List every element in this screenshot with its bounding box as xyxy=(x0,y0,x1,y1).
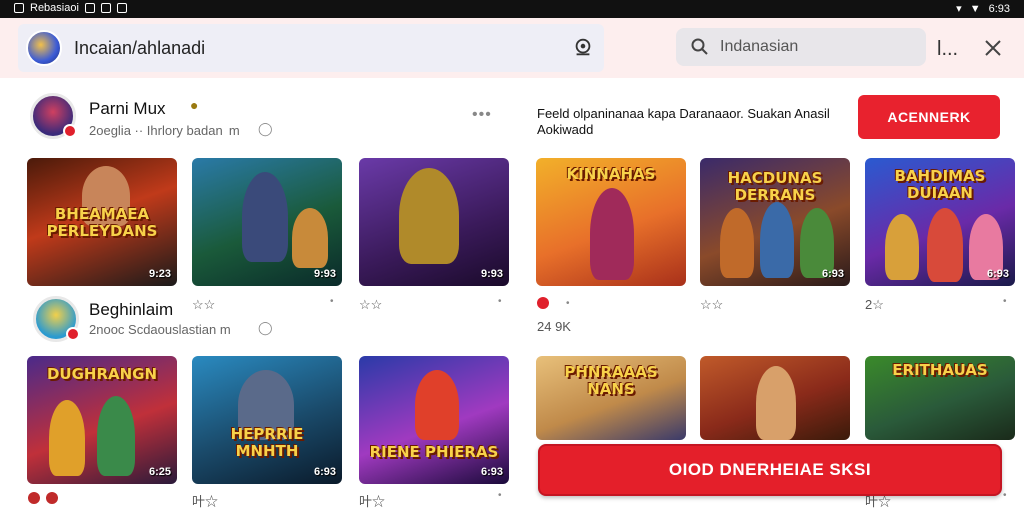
video-menu-icon[interactable]: • xyxy=(1003,490,1007,501)
thumbnail-title: KINNAHAS xyxy=(566,165,656,183)
video-duration: 6:93 xyxy=(313,466,336,478)
video-menu-icon[interactable]: • xyxy=(566,298,570,309)
character-figure xyxy=(399,168,459,264)
signal-icon: ▾ xyxy=(956,3,962,15)
status-left-text: Rebasiaoi xyxy=(30,2,79,14)
video-thumbnail[interactable]: 9:93 xyxy=(192,158,342,286)
app-logo xyxy=(26,30,62,66)
clock-icon: ◯ xyxy=(258,320,273,335)
thumbnail-title: RIENE PHIERAS xyxy=(369,443,499,461)
thumbnail-title: HACDUNAS DERRANS xyxy=(727,169,823,204)
video-thumbnail[interactable]: DUGHRANGN 6:25 xyxy=(27,356,177,484)
character-figure xyxy=(756,366,796,440)
search-input[interactable]: Indanasian xyxy=(676,28,926,66)
watch-now-button[interactable]: OIOD DNERHEIAE SKSI xyxy=(538,444,1002,496)
character-figure xyxy=(760,202,794,278)
video-stats: 2☆ xyxy=(865,297,884,312)
thumbnail-title: BHEAMAEA PERLEYDANS xyxy=(46,205,158,240)
video-menu-icon[interactable]: • xyxy=(330,296,334,307)
video-thumbnail[interactable]: HEPRRIE MNHTH 6:93 xyxy=(192,356,342,484)
clock-icon: ◯ xyxy=(258,121,273,136)
video-view-count: 24 9K xyxy=(537,319,571,334)
character-figure xyxy=(242,172,288,262)
channel-name[interactable]: Beghinlaim xyxy=(89,300,173,320)
video-menu-icon[interactable]: • xyxy=(498,490,502,501)
video-thumbnail[interactable]: KINNAHAS xyxy=(536,158,686,286)
video-thumbnail[interactable]: RIENE PHIERAS 6:93 xyxy=(359,356,509,484)
video-duration: 9:23 xyxy=(148,268,171,280)
video-duration: 6:93 xyxy=(821,268,844,280)
thumbnail-title: PHNRAAAS NANS xyxy=(564,363,658,398)
verified-icon: ● xyxy=(190,97,199,113)
video-duration: 9:93 xyxy=(480,268,503,280)
video-duration: 9:93 xyxy=(313,268,336,280)
character-figure xyxy=(885,214,919,280)
live-badge-icon xyxy=(66,327,80,341)
character-figure xyxy=(590,188,634,280)
status-time: 6:93 xyxy=(988,2,1010,15)
thumbnail-title: BAHDIMAS DUIAAN xyxy=(894,167,986,202)
live-dot-icon xyxy=(537,297,549,309)
channel-avatar[interactable] xyxy=(33,296,80,342)
cast-icon[interactable] xyxy=(572,36,594,58)
video-menu-icon[interactable]: • xyxy=(498,296,502,307)
video-thumbnail[interactable]: 9:93 xyxy=(359,158,509,286)
wifi-icon: ▼ xyxy=(969,2,981,15)
video-thumbnail[interactable] xyxy=(700,356,850,440)
character-figure xyxy=(292,208,328,268)
video-thumbnail[interactable]: BAHDIMAS DUIAAN 6:93 xyxy=(865,158,1015,286)
photo-notification-icon xyxy=(116,3,127,13)
status-bar: Rebasiaoi ▾ ▼ 6:93 xyxy=(0,0,1024,18)
thumbnail-title: DUGHRANGN xyxy=(46,365,158,383)
video-thumbnail[interactable]: BHEAMAEA PERLEYDANS 9:23 xyxy=(27,158,177,286)
top-bar: Incaian/ahlanadi Indanasian l... xyxy=(0,18,1024,78)
settings-notification-icon xyxy=(100,3,111,13)
thumbnail-title: ERITHAUAS xyxy=(892,361,988,379)
thumbnail-title: HEPRRIE MNHTH xyxy=(230,425,304,460)
menu-icon[interactable]: l... xyxy=(937,38,958,61)
live-dot-icon xyxy=(46,492,58,504)
channel-meta: 2oeglia ·· Ihrlory badan m xyxy=(89,123,240,138)
video-stats: ☆☆ xyxy=(192,297,216,312)
search-placeholder: Indanasian xyxy=(720,38,799,55)
video-duration: 6:93 xyxy=(480,466,503,478)
video-thumbnail[interactable]: HACDUNAS DERRANS 6:93 xyxy=(700,158,850,286)
close-icon[interactable] xyxy=(981,36,1005,60)
video-duration: 6:25 xyxy=(148,466,171,478)
video-thumbnail[interactable]: PHNRAAAS NANS xyxy=(536,356,686,440)
character-figure xyxy=(720,208,754,278)
character-figure xyxy=(49,400,85,476)
search-icon xyxy=(691,38,708,55)
channel-meta: 2nooc Scdaouslastian m xyxy=(89,322,231,337)
character-figure xyxy=(97,396,135,476)
character-figure xyxy=(927,208,963,282)
channel-name[interactable]: Parni Mux xyxy=(89,99,166,119)
notification-icon xyxy=(14,3,24,13)
channel-avatar[interactable] xyxy=(30,93,77,139)
promo-text: Feeld olpaninanaa kapa Daranaaor. Suakan… xyxy=(537,106,830,137)
video-duration: 6:93 xyxy=(986,268,1009,280)
video-stats: ☆☆ xyxy=(359,297,383,312)
live-dot-icon xyxy=(28,492,40,504)
video-menu-icon[interactable]: • xyxy=(1003,296,1007,307)
subscribe-button[interactable]: ACENNERK xyxy=(858,95,1000,139)
video-stats: 叶☆ xyxy=(359,494,386,509)
video-stats: ☆☆ xyxy=(700,297,724,312)
app-notification-icon xyxy=(84,3,95,13)
page-title: Incaian/ahlanadi xyxy=(74,38,206,58)
channel-title-box[interactable]: Incaian/ahlanadi xyxy=(18,24,604,72)
video-thumbnail[interactable]: ERITHAUAS xyxy=(865,356,1015,440)
video-stats: 叶☆ xyxy=(192,494,219,509)
character-figure xyxy=(415,370,459,440)
live-badge-icon xyxy=(63,124,77,138)
more-options-icon[interactable]: ••• xyxy=(472,106,492,124)
